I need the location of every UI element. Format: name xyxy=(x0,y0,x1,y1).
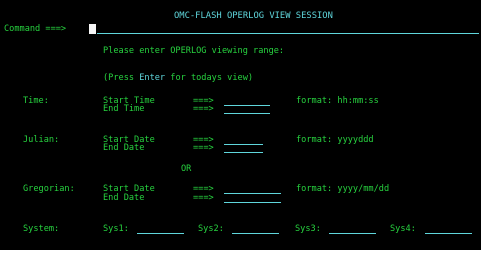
gregorian-start-input[interactable] xyxy=(224,193,281,194)
sys2-input[interactable] xyxy=(232,233,279,234)
gregorian-format-hint: format: yyyy/mm/dd xyxy=(296,184,390,194)
julian-label: Julian: xyxy=(23,135,60,145)
gregorian-end-input[interactable] xyxy=(224,202,281,203)
command-label: Command ===> xyxy=(4,24,67,34)
enter-key-label: Enter xyxy=(139,73,166,83)
julian-start-input[interactable] xyxy=(224,144,263,145)
terminal-screen: OMC-FLASH OPERLOG VIEW SESSION Command =… xyxy=(0,0,481,250)
julian-end-arrow: ===> xyxy=(193,143,214,153)
gregorian-end-arrow: ===> xyxy=(193,193,214,203)
system-label: System: xyxy=(23,224,60,234)
time-end-input[interactable] xyxy=(224,113,270,114)
sys4-input[interactable] xyxy=(425,233,472,234)
time-format-hint: format: hh:mm:ss xyxy=(296,96,379,106)
julian-end-input[interactable] xyxy=(224,152,263,153)
julian-format-hint: format: yyyyddd xyxy=(296,135,374,145)
press-enter-hint: (Press Enter for todays view) xyxy=(103,73,253,83)
or-separator: OR xyxy=(181,164,192,174)
sys4-label: Sys4: xyxy=(390,224,416,234)
sys3-label: Sys3: xyxy=(295,224,321,234)
range-prompt: Please enter OPERLOG viewing range: xyxy=(103,46,285,56)
time-end-label: End Time xyxy=(103,104,145,114)
sys3-input[interactable] xyxy=(329,233,376,234)
press-prefix: (Press xyxy=(103,73,140,83)
press-suffix: for todays view) xyxy=(165,73,254,83)
gregorian-end-label: End Date xyxy=(103,193,145,203)
julian-end-label: End Date xyxy=(103,143,145,153)
cursor-block xyxy=(89,24,96,34)
time-start-input[interactable] xyxy=(224,105,270,106)
sys1-input[interactable] xyxy=(137,233,184,234)
command-input[interactable] xyxy=(97,33,479,34)
sys2-label: Sys2: xyxy=(198,224,224,234)
sys1-label: Sys1: xyxy=(103,224,129,234)
time-label: Time: xyxy=(23,96,49,106)
page-title: OMC-FLASH OPERLOG VIEW SESSION xyxy=(174,11,333,21)
gregorian-label: Gregorian: xyxy=(23,184,75,194)
time-end-arrow: ===> xyxy=(193,104,214,114)
